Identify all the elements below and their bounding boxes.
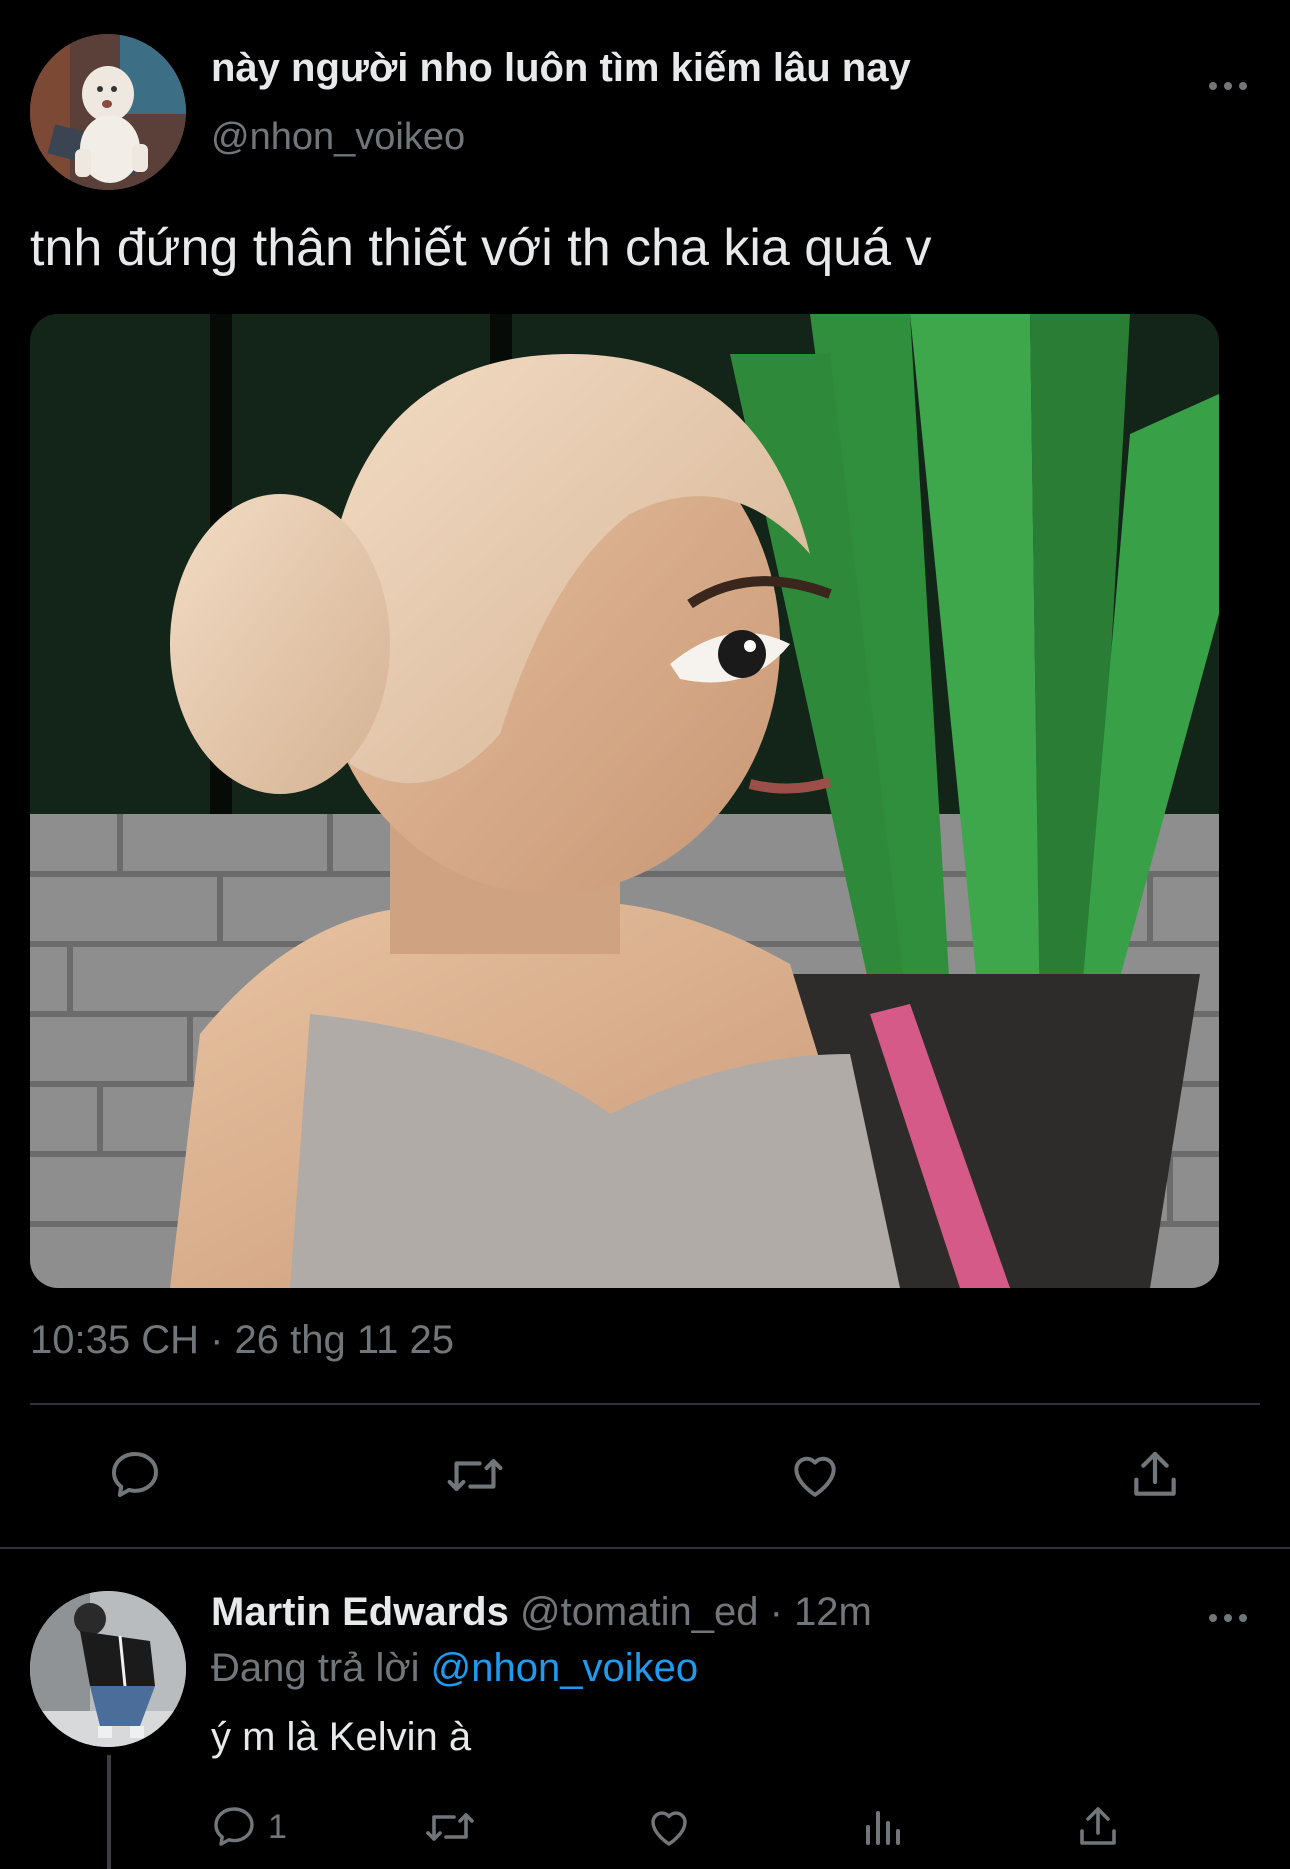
reply-retweet-button[interactable] [424,1792,476,1862]
retweet-button[interactable] [430,1430,520,1520]
avatar-image [30,34,186,190]
reply-icon [112,1452,158,1498]
reply-reply-button[interactable]: 1 [210,1792,287,1862]
retweet-icon [426,1813,474,1841]
thread-divider [0,1547,1290,1549]
thread-connector-line [107,1755,111,1869]
like-button[interactable] [770,1430,860,1520]
more-icon [1209,1614,1247,1622]
reply-icon [214,1807,254,1846]
avatar-image [30,1591,186,1747]
reply-like-button[interactable] [644,1792,694,1862]
share-icon [1134,1451,1176,1496]
reply-separator: · [769,1590,783,1634]
reply-text: ý m là Kelvin à [211,1715,472,1759]
reply-header: Martin Edwards @tomatin_ed · 12m [211,1590,872,1635]
views-icon [866,1811,900,1845]
share-icon [1080,1807,1116,1845]
photo-image [30,314,1219,1288]
reply-author-handle[interactable]: @tomatin_ed [520,1590,759,1634]
replying-to: Đang trả lời @nhon_voikeo [211,1646,698,1691]
replying-prefix: Đang trả lời [211,1646,420,1690]
replying-to-link[interactable]: @nhon_voikeo [431,1646,698,1690]
reply-author-name[interactable]: Martin Edwards [211,1590,509,1634]
reply-more-options-button[interactable] [1198,1598,1258,1638]
tweet-media[interactable] [30,314,1219,1288]
reply-button[interactable] [90,1430,180,1520]
reply-share-button[interactable] [1074,1792,1122,1862]
more-options-button[interactable] [1198,66,1258,106]
retweet-icon [447,1459,503,1491]
reply-views-button[interactable] [860,1792,908,1862]
tweet-text: tnh đứng thân thiết với th cha kia quá v [30,219,932,277]
like-icon [794,1456,836,1497]
share-button[interactable] [1110,1430,1200,1520]
reply-time[interactable]: 12m [794,1590,872,1634]
divider [30,1403,1260,1405]
more-icon [1209,82,1247,90]
reply-author-avatar[interactable] [30,1591,186,1747]
author-avatar[interactable] [30,34,186,190]
like-icon [651,1811,687,1846]
author-handle[interactable]: @nhon_voikeo [211,116,465,159]
reply-count: 1 [268,1807,287,1846]
author-name[interactable]: này người nho luôn tìm kiếm lâu nay [211,46,911,91]
tweet-timestamp[interactable]: 10:35 CH · 26 thg 11 25 [30,1318,454,1363]
